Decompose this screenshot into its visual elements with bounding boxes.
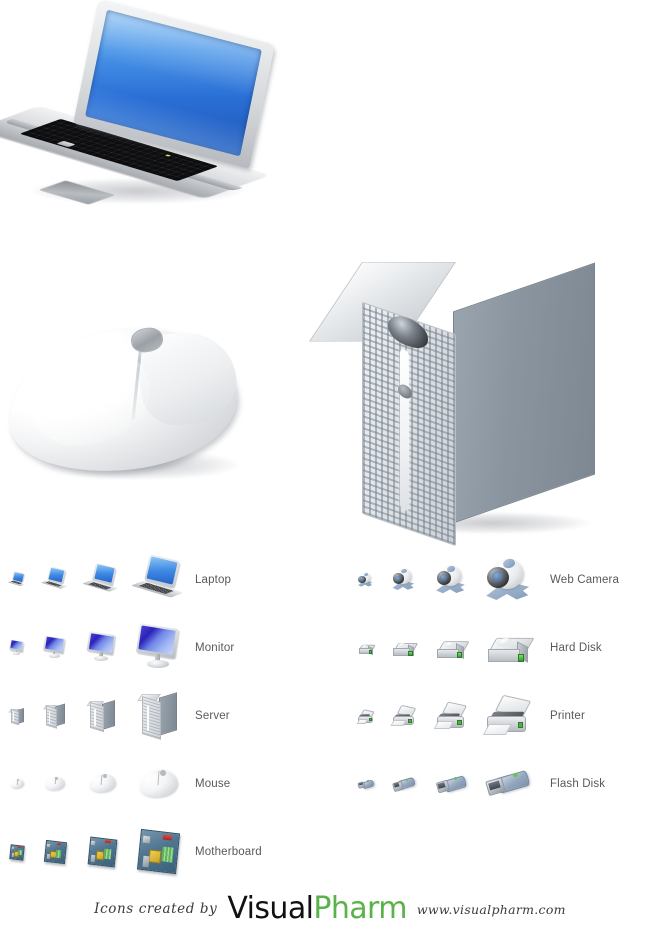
icon-hard-disk-48[interactable] [476, 614, 538, 682]
server-side-panel [453, 262, 595, 524]
icon-grid-right-column: Web Camera Hard Disk Printer Flash Disk [0, 546, 660, 886]
icon-web-camera-48[interactable] [476, 546, 538, 614]
icon-flash-disk-24[interactable] [382, 750, 424, 818]
footer-brand-pharm: Pharm [313, 891, 407, 926]
icon-web-camera-32[interactable] [424, 546, 476, 614]
server-light-strip [400, 348, 409, 512]
icon-printer-48[interactable] [476, 682, 538, 750]
icon-flash-disk-48[interactable] [476, 750, 538, 818]
icon-row-hard-disk: Hard Disk [0, 614, 660, 682]
icon-printer-16[interactable] [348, 682, 382, 750]
icon-row-label-web-camera: Web Camera [550, 574, 620, 586]
icon-row-label-hard-disk: Hard Disk [550, 642, 602, 654]
footer-brand-visual: Visual [227, 891, 314, 926]
hero-server [0, 0, 660, 547]
footer-brand: VisualPharm [227, 894, 407, 924]
footer-website-url: www.visualpharm.com [416, 901, 566, 917]
icon-hard-disk-24[interactable] [382, 614, 424, 682]
icon-hard-disk-16[interactable] [348, 614, 382, 682]
icon-row-printer: Printer [0, 682, 660, 750]
footer-credit: Icons created by VisualPharm www.visualp… [0, 886, 660, 932]
icon-web-camera-16[interactable] [348, 546, 382, 614]
footer-credit-text: Icons created by [94, 901, 218, 917]
icon-size-grid: Laptop Monitor Server Mouse Motherboard … [0, 546, 660, 886]
icon-row-flash-disk: Flash Disk [0, 750, 660, 818]
icon-row-label-flash-disk: Flash Disk [550, 778, 606, 790]
icon-web-camera-24[interactable] [382, 546, 424, 614]
icon-flash-disk-32[interactable] [424, 750, 476, 818]
icon-row-label-printer: Printer [550, 710, 585, 722]
icon-flash-disk-16[interactable] [348, 750, 382, 818]
icon-hard-disk-32[interactable] [424, 614, 476, 682]
icon-printer-24[interactable] [382, 682, 424, 750]
icon-printer-32[interactable] [424, 682, 476, 750]
poster-canvas: Laptop Monitor Server Mouse Motherboard … [0, 0, 660, 941]
icon-row-web-camera: Web Camera [0, 546, 660, 614]
